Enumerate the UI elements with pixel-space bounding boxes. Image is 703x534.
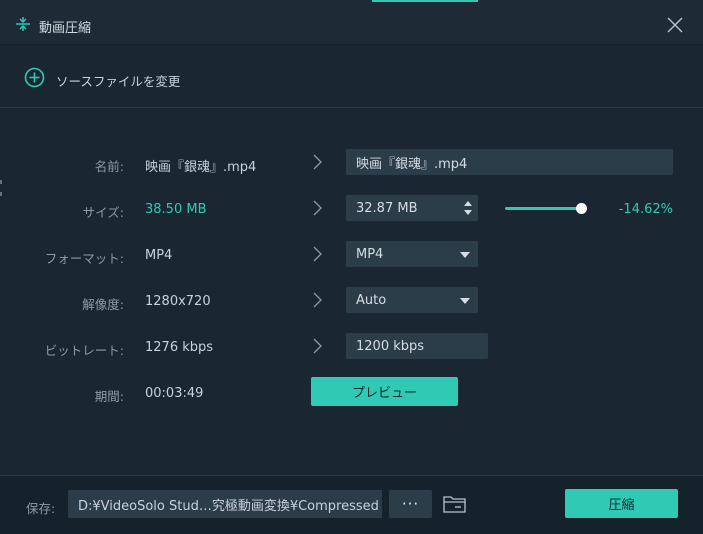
- format-select[interactable]: MP4: [346, 241, 478, 267]
- compress-button[interactable]: 圧縮: [565, 489, 678, 518]
- chevron-right-icon: [313, 200, 322, 216]
- save-label: 保存:: [26, 501, 56, 516]
- footer: 保存: D:¥VideoSolo Stud…究極動画変換¥Compressed …: [0, 475, 703, 534]
- output-name-value: 映画『銀魂』.mp4: [356, 156, 468, 172]
- name-label: 名前:: [94, 159, 124, 174]
- slider-track: [505, 207, 581, 210]
- original-bitrate-value: 1276 kbps: [145, 340, 214, 355]
- caret-down-icon: [460, 252, 470, 258]
- folder-icon[interactable]: [442, 494, 467, 514]
- chevron-right-icon: [313, 154, 322, 170]
- save-path-field[interactable]: D:¥VideoSolo Stud…究極動画変換¥Compressed: [68, 490, 382, 518]
- output-name-input[interactable]: 映画『銀魂』.mp4: [346, 149, 673, 175]
- slider-thumb[interactable]: [576, 203, 587, 214]
- chevron-right-icon: [313, 338, 322, 354]
- spin-arrows-icon[interactable]: [463, 198, 473, 218]
- format-label: フォーマット:: [44, 251, 124, 266]
- close-icon[interactable]: [665, 15, 685, 35]
- duration-label: 期間:: [94, 389, 124, 404]
- resolution-select[interactable]: Auto: [346, 287, 478, 313]
- source-row: ソースファイルを変更: [0, 46, 703, 108]
- resolution-select-value: Auto: [356, 292, 387, 308]
- original-name-value: 映画『銀魂』.mp4: [145, 160, 257, 175]
- resolution-label: 解像度:: [82, 297, 124, 312]
- change-source-button[interactable]: ソースファイルを変更: [56, 71, 180, 90]
- chevron-right-icon: [313, 292, 322, 308]
- output-size-value: 32.87 MB: [356, 200, 418, 216]
- preview-button[interactable]: プレビュー: [311, 377, 458, 406]
- bitrate-label: ビットレート:: [44, 343, 124, 358]
- original-format-value: MP4: [145, 248, 173, 263]
- compress-icon: [16, 17, 30, 31]
- browse-more-button[interactable]: ···: [389, 490, 432, 518]
- bitrate-input[interactable]: 1200 kbps: [346, 333, 488, 359]
- chevron-right-icon: [313, 246, 322, 262]
- output-size-stepper[interactable]: 32.87 MB: [346, 195, 478, 221]
- plus-circle-icon[interactable]: [24, 67, 45, 88]
- title-accent-bar: [372, 0, 478, 2]
- window-title: 動画圧縮: [39, 21, 92, 36]
- save-path-value: D:¥VideoSolo Stud…究極動画変換¥Compressed: [78, 498, 379, 514]
- caret-down-icon: [460, 298, 470, 304]
- size-label: サイズ:: [82, 205, 124, 220]
- size-percent: -14.62%: [618, 202, 673, 217]
- original-resolution-value: 1280x720: [145, 294, 211, 309]
- bitrate-value: 1200 kbps: [356, 338, 425, 354]
- format-select-value: MP4: [356, 246, 384, 262]
- title-bar: 動画圧縮: [0, 0, 703, 45]
- size-slider[interactable]: [505, 201, 595, 215]
- original-size-value: 38.50 MB: [145, 202, 207, 217]
- duration-value: 00:03:49: [145, 386, 204, 401]
